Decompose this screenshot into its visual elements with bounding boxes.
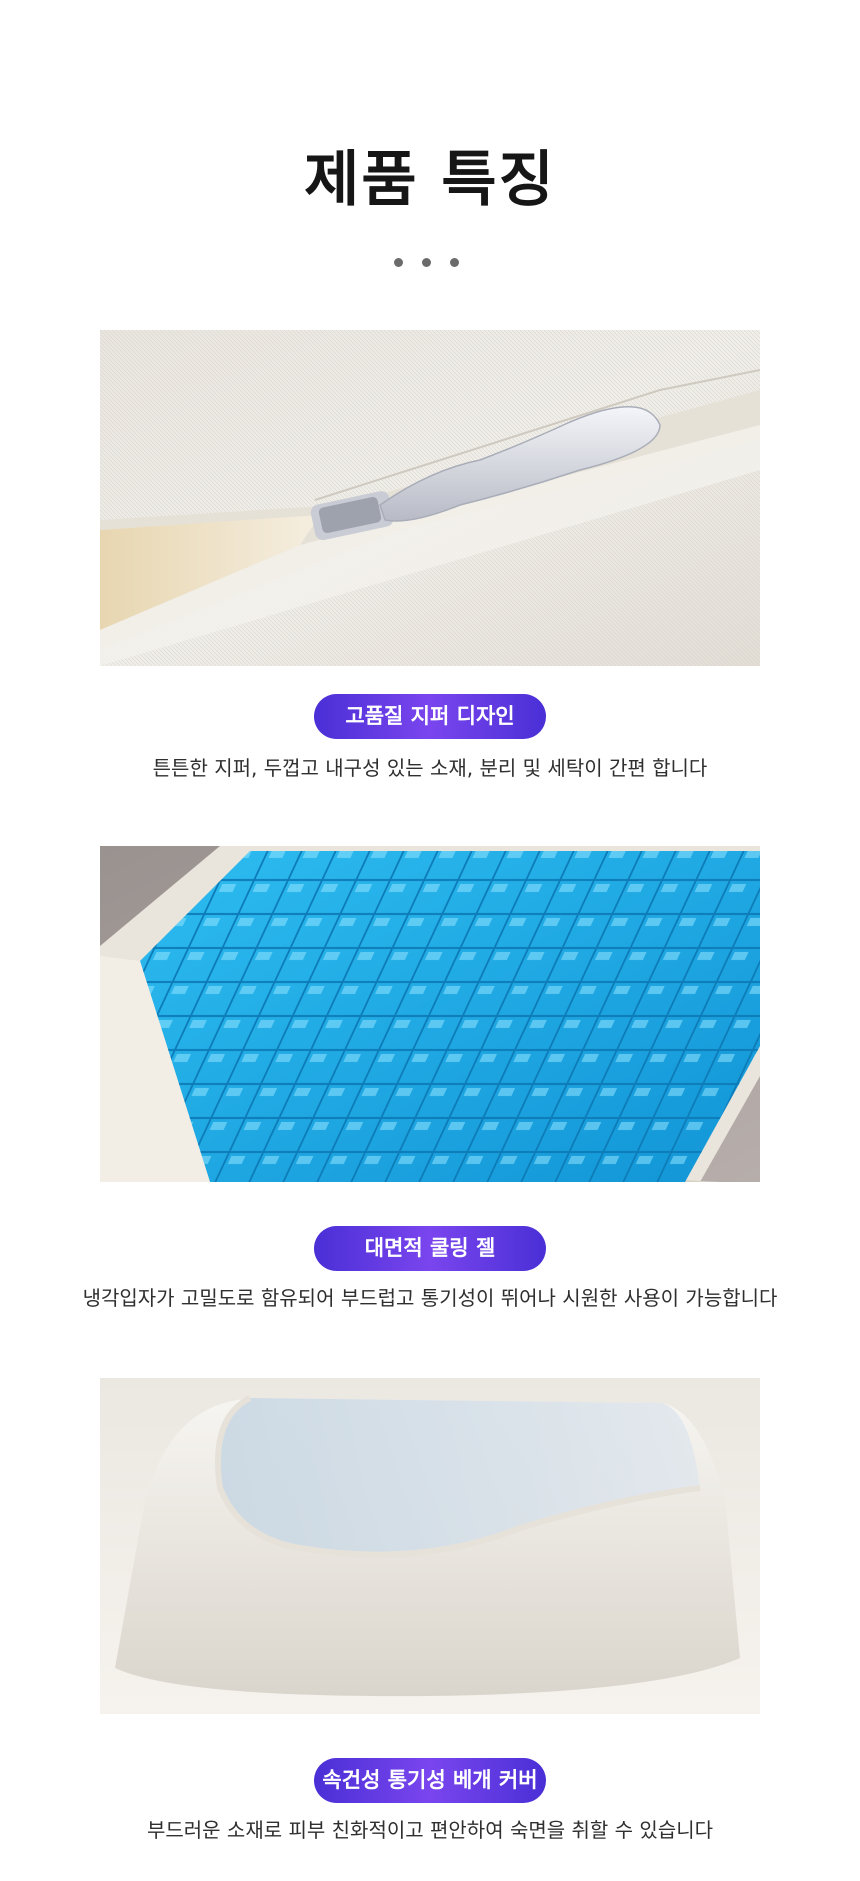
zipper-illustration [100, 330, 760, 666]
badge-label: 속건성 통기성 베개 커버 [314, 1758, 546, 1803]
feature-badge-cooling-gel: 대면적 쿨링 젤 [0, 1226, 860, 1271]
pillow-illustration [100, 1378, 760, 1714]
dot-3 [450, 258, 459, 267]
badge-label: 대면적 쿨링 젤 [314, 1226, 546, 1271]
gel-illustration [100, 846, 760, 1182]
pillow-cover-photo [100, 1378, 760, 1714]
feature-badge-zipper: 고품질 지퍼 디자인 [0, 694, 860, 739]
badge-label: 고품질 지퍼 디자인 [314, 694, 546, 739]
page-title: 제품 특징 [304, 145, 556, 215]
feature-description-zipper: 튼튼한 지퍼, 두껍고 내구성 있는 소재, 분리 및 세탁이 간편 합니다 [152, 756, 708, 780]
pagination-dots [390, 258, 470, 270]
zipper-photo [100, 330, 760, 666]
dot-2 [422, 258, 431, 267]
dot-1 [394, 258, 403, 267]
feature-description-cooling-gel: 냉각입자가 고밀도로 함유되어 부드럽고 통기성이 뛰어나 시원한 사용이 가능… [82, 1286, 778, 1310]
feature-description-pillow-cover: 부드러운 소재로 피부 친화적이고 편안하여 숙면을 취할 수 있습니다 [146, 1818, 714, 1842]
cooling-gel-photo [100, 846, 760, 1182]
feature-badge-pillow-cover: 속건성 통기성 베개 커버 [0, 1758, 860, 1803]
